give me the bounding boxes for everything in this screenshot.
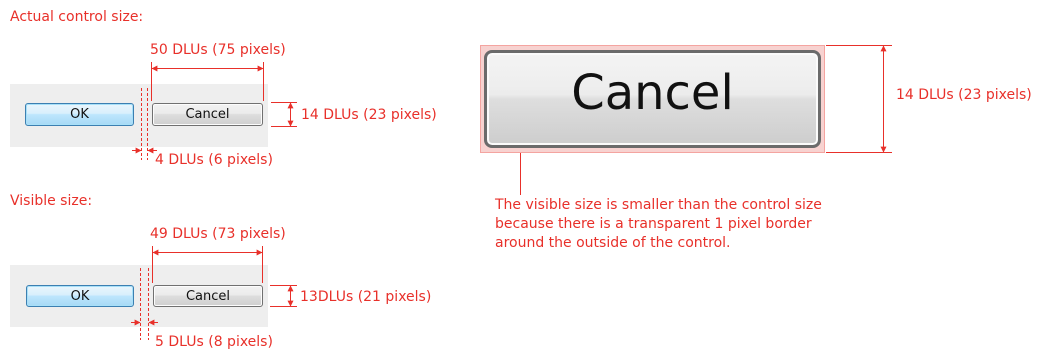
dimension-annotations: [131, 45, 892, 340]
